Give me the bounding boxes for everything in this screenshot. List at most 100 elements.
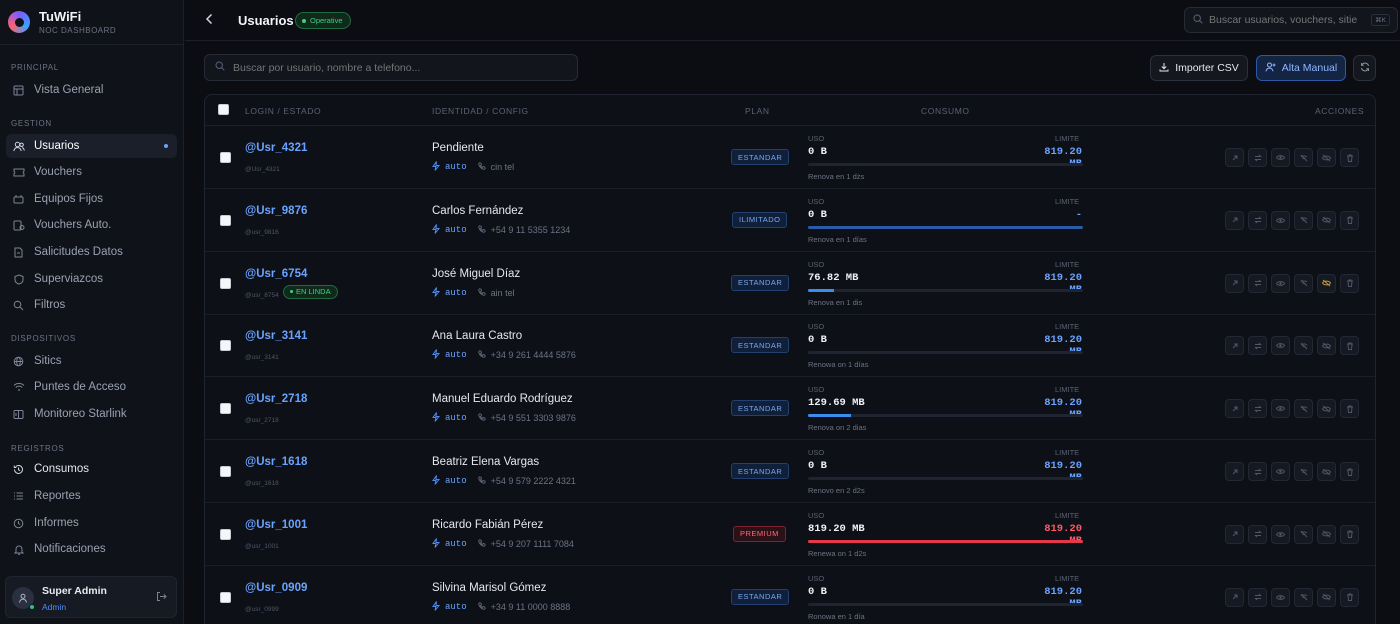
hide-icon[interactable] (1317, 587, 1336, 607)
delete-icon[interactable] (1340, 273, 1359, 293)
user-login-link[interactable]: @Usr_1618 (245, 456, 307, 468)
row-checkbox[interactable] (220, 277, 231, 289)
transfer-icon[interactable] (1248, 399, 1267, 419)
row-actions (1225, 210, 1359, 230)
sidebar-item-supervisores[interactable]: Superviazcos (6, 267, 177, 291)
disable-wifi-icon[interactable] (1294, 148, 1313, 167)
external-link-icon[interactable] (1225, 273, 1244, 293)
row-checkbox[interactable] (220, 214, 231, 226)
delete-icon[interactable] (1340, 399, 1359, 419)
row-checkbox[interactable] (220, 466, 231, 477)
delete-icon[interactable] (1340, 148, 1359, 167)
user-search-input[interactable] (233, 61, 553, 74)
sidebar-item-monitoreo-starlink[interactable]: Monitoreo Starlink (6, 402, 177, 426)
user-login-link[interactable]: @Usr_4321 (245, 142, 307, 154)
sidebar-item-solicitudes-datos[interactable]: Salicitudes Datos (6, 240, 177, 264)
table-row[interactable]: @Usr_0909 @usr_0999 Silvina Marisol Góme… (205, 566, 1375, 624)
row-checkbox[interactable] (220, 591, 231, 603)
sidebar-item-vouchers-auto[interactable]: Vouchers Auto. (6, 213, 177, 237)
user-login-link[interactable]: @Usr_0909 (245, 582, 307, 594)
row-checkbox[interactable] (220, 403, 231, 415)
transfer-icon[interactable] (1248, 148, 1267, 167)
select-all-checkbox[interactable] (218, 104, 229, 115)
transfer-icon[interactable] (1248, 336, 1267, 356)
table-row[interactable]: @Usr_4321 @Usr_4321 Pendiente auto cin t… (205, 126, 1375, 189)
sidebar-item-usuarios[interactable]: Usuarios (6, 134, 177, 158)
row-checkbox[interactable] (220, 340, 231, 352)
transfer-icon[interactable] (1248, 524, 1267, 544)
hide-icon[interactable] (1317, 148, 1336, 167)
hide-icon[interactable] (1317, 336, 1336, 356)
disable-wifi-icon[interactable] (1294, 273, 1313, 293)
disable-wifi-icon[interactable] (1294, 210, 1313, 230)
external-link-icon[interactable] (1225, 148, 1244, 167)
hide-icon[interactable] (1317, 273, 1336, 293)
table-row[interactable]: @Usr_6754 @usr_8754 EN LINDA José Miguel… (205, 252, 1375, 315)
user-profile-card[interactable]: Super Admin Admin (5, 576, 177, 618)
brand[interactable]: TuWiFi NOC DASHBOARD (8, 9, 116, 35)
user-login-link[interactable]: @Usr_2718 (245, 393, 307, 405)
disable-wifi-icon[interactable] (1294, 399, 1313, 419)
hide-icon[interactable] (1317, 462, 1336, 481)
view-icon[interactable] (1271, 524, 1290, 544)
table-row[interactable]: @Usr_1001 @usr_1001 Ricardo Fabián Pérez… (205, 503, 1375, 566)
sidebar-item-vista-general[interactable]: Vista General (6, 78, 177, 102)
external-link-icon[interactable] (1225, 587, 1244, 607)
external-link-icon[interactable] (1225, 462, 1244, 481)
transfer-icon[interactable] (1248, 210, 1267, 230)
delete-icon[interactable] (1340, 587, 1359, 607)
user-login-link[interactable]: @Usr_1001 (245, 519, 307, 531)
hide-icon[interactable] (1317, 399, 1336, 419)
back-chevron-icon[interactable] (205, 12, 214, 28)
view-icon[interactable] (1271, 399, 1290, 419)
external-link-icon[interactable] (1225, 399, 1244, 419)
sidebar-item-equipos-fijos[interactable]: Equipos Fijos (6, 187, 177, 211)
global-search-input[interactable] (1209, 14, 1359, 26)
logout-icon[interactable] (156, 591, 167, 605)
external-link-icon[interactable] (1225, 336, 1244, 356)
view-icon[interactable] (1271, 210, 1290, 230)
transfer-icon[interactable] (1248, 273, 1267, 293)
sidebar-item-reportes[interactable]: Reportes (6, 484, 177, 508)
delete-icon[interactable] (1340, 524, 1359, 544)
disable-wifi-icon[interactable] (1294, 587, 1313, 607)
transfer-icon[interactable] (1248, 587, 1267, 607)
sidebar-item-filtros[interactable]: Filtros (6, 293, 177, 317)
import-csv-button[interactable]: Importer CSV (1150, 55, 1248, 81)
external-link-icon[interactable] (1225, 210, 1244, 230)
sidebar-item-puntos-de-acceso[interactable]: Puntes de Acceso (6, 375, 177, 399)
sidebar-item-sitios[interactable]: Sitics (6, 349, 177, 373)
delete-icon[interactable] (1340, 336, 1359, 356)
disable-wifi-icon[interactable] (1294, 524, 1313, 544)
sidebar-item-vouchers[interactable]: Vouchers (6, 160, 177, 184)
user-login-link[interactable]: @Usr_9876 (245, 205, 307, 217)
refresh-button[interactable] (1353, 55, 1376, 81)
user-login-link[interactable]: @Usr_6754 (245, 268, 307, 280)
table-row[interactable]: @Usr_1618 @usr_1618 Beatriz Elena Vargas… (205, 440, 1375, 503)
table-row[interactable]: @Usr_9876 @usr_9816 Carlos Fernández aut… (205, 189, 1375, 252)
sidebar-item-informes[interactable]: Informes (6, 511, 177, 535)
delete-icon[interactable] (1340, 462, 1359, 481)
user-login-link[interactable]: @Usr_3141 (245, 330, 307, 342)
sidebar-item-consumos[interactable]: Consumos (6, 457, 177, 481)
row-checkbox[interactable] (220, 152, 231, 163)
delete-icon[interactable] (1340, 210, 1359, 230)
view-icon[interactable] (1271, 148, 1290, 167)
hide-icon[interactable] (1317, 524, 1336, 544)
hide-icon[interactable] (1317, 210, 1336, 230)
view-icon[interactable] (1271, 462, 1290, 481)
user-search[interactable] (204, 54, 578, 81)
disable-wifi-icon[interactable] (1294, 336, 1313, 356)
row-checkbox[interactable] (220, 528, 231, 540)
global-search[interactable]: ⌘K (1184, 7, 1398, 33)
table-row[interactable]: @Usr_3141 @usr_3141 Ana Laura Castro aut… (205, 314, 1375, 378)
sidebar-item-notificaciones[interactable]: Notificaciones (6, 537, 177, 561)
transfer-icon[interactable] (1248, 462, 1267, 481)
view-icon[interactable] (1271, 587, 1290, 607)
external-link-icon[interactable] (1225, 524, 1244, 544)
view-icon[interactable] (1271, 273, 1290, 293)
table-row[interactable]: @Usr_2718 @usr_2718 Manuel Eduardo Rodrí… (205, 377, 1375, 441)
disable-wifi-icon[interactable] (1294, 462, 1313, 481)
view-icon[interactable] (1271, 336, 1290, 356)
alta-manual-button[interactable]: Alta Manual (1256, 55, 1346, 81)
